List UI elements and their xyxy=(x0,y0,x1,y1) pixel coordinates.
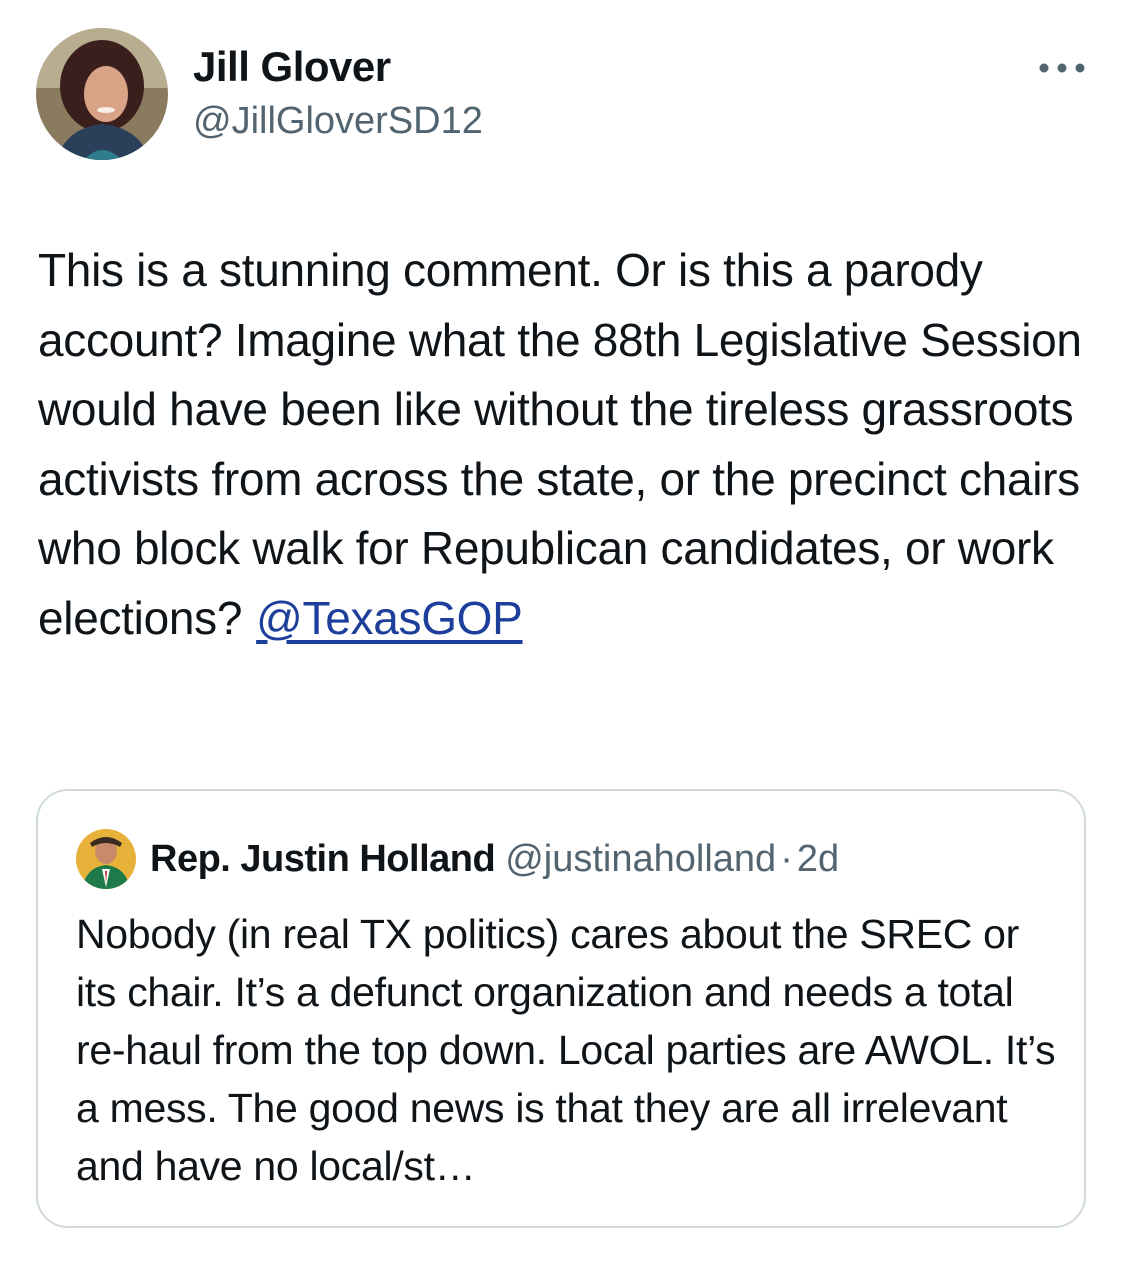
author-avatar-image xyxy=(36,28,168,160)
tweet-text: This is a stunning comment. Or is this a… xyxy=(38,244,1082,644)
tweet-body: This is a stunning comment. Or is this a… xyxy=(38,236,1108,653)
more-horizontal-icon xyxy=(1039,63,1085,73)
author-display-name[interactable]: Jill Glover xyxy=(193,42,391,92)
author-avatar[interactable] xyxy=(36,28,168,160)
mention-link[interactable]: @TexasGOP xyxy=(256,592,523,644)
quoted-author-handle[interactable]: @justinaholland xyxy=(505,838,776,880)
quoted-author-avatar-image xyxy=(76,829,136,889)
more-options-button[interactable] xyxy=(1036,56,1088,80)
quoted-tweet-timestamp[interactable]: 2d xyxy=(797,838,839,880)
quoted-author-avatar[interactable] xyxy=(76,829,136,889)
quoted-tweet-text: Nobody (in real TX politics) cares about… xyxy=(76,911,1056,1189)
separator-dot: · xyxy=(780,838,793,880)
quoted-tweet-header: Rep. Justin Holland @justinaholland · 2d xyxy=(150,835,839,883)
author-handle[interactable]: @JillGloverSD12 xyxy=(193,97,483,145)
quoted-author-name[interactable]: Rep. Justin Holland xyxy=(150,838,496,880)
quoted-tweet-card[interactable]: Rep. Justin Holland @justinaholland · 2d No… xyxy=(36,789,1086,1228)
